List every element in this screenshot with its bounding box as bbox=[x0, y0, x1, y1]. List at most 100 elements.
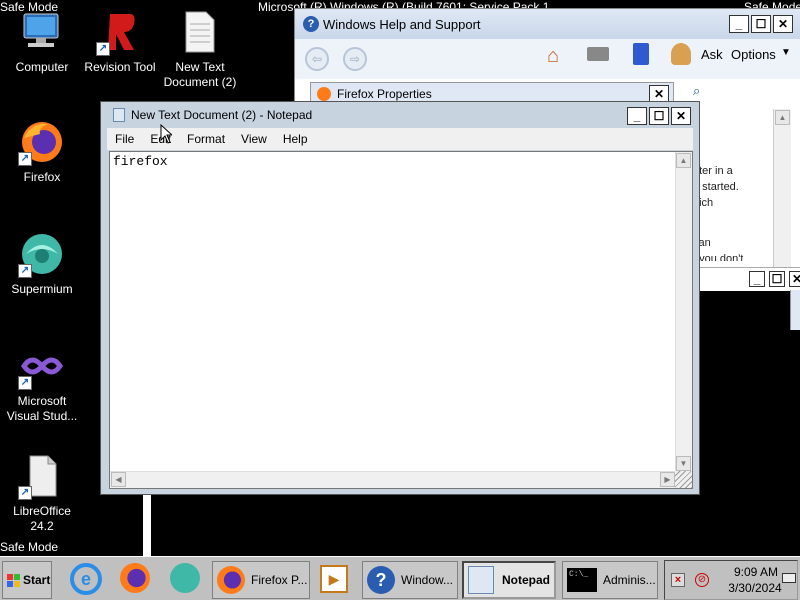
shortcut-arrow-icon: ↗ bbox=[18, 376, 32, 390]
minimize-button[interactable]: _ bbox=[627, 107, 647, 125]
background-window-strip bbox=[790, 290, 800, 330]
mouse-cursor-icon bbox=[160, 124, 172, 144]
maximize-button[interactable]: ☐ bbox=[649, 107, 669, 125]
menu-format[interactable]: Format bbox=[179, 132, 233, 146]
desktop-icon-label: Firefox bbox=[23, 170, 61, 184]
visual-studio-icon: ↗ bbox=[18, 342, 66, 390]
media-player-icon[interactable]: ▶ bbox=[320, 565, 348, 593]
command-prompt-icon: C:\_ bbox=[567, 568, 597, 592]
notepad-title-text: New Text Document (2) - Notepad bbox=[131, 108, 313, 122]
menu-view[interactable]: View bbox=[233, 132, 275, 146]
scroll-up-arrow-icon[interactable]: ▲ bbox=[676, 153, 691, 168]
vertical-scrollbar[interactable]: ▲ ▼ bbox=[675, 152, 692, 472]
minimize-button[interactable]: _ bbox=[729, 15, 749, 33]
taskbar: Start e Firefox P... ▶ ? Window... Notep… bbox=[0, 556, 800, 600]
notepad-content[interactable]: firefox bbox=[110, 152, 692, 171]
menu-help[interactable]: Help bbox=[275, 132, 316, 146]
scroll-down-arrow-icon[interactable]: ▼ bbox=[676, 456, 691, 471]
home-icon[interactable]: ⌂ bbox=[547, 45, 559, 68]
scroll-left-arrow-icon[interactable]: ◀ bbox=[111, 472, 126, 487]
desktop-icon-label: LibreOffice 24.2 bbox=[13, 504, 71, 533]
supermium-icon: ↗ bbox=[18, 230, 66, 278]
shortcut-arrow-icon: ↗ bbox=[18, 486, 32, 500]
libreoffice-icon: ↗ bbox=[18, 452, 66, 500]
start-button[interactable]: Start bbox=[2, 561, 52, 599]
desktop-icon-label: Microsoft Visual Stud... bbox=[6, 394, 78, 423]
help-icon: ? bbox=[367, 566, 395, 594]
clock-date[interactable]: 3/30/2024 bbox=[719, 581, 791, 595]
close-button[interactable]: ✕ bbox=[773, 15, 793, 33]
safe-mode-label-bottom-left: Safe Mode bbox=[0, 540, 59, 554]
back-icon[interactable]: ⇦ bbox=[305, 47, 329, 71]
desktop-icon-label: New Text Document (2) bbox=[163, 60, 237, 89]
text-document-icon bbox=[176, 8, 224, 56]
firefox-icon bbox=[317, 87, 331, 101]
notepad-window[interactable]: New Text Document (2) - Notepad _ ☐ ✕ Fi… bbox=[100, 101, 700, 495]
help-text-fragment: f you don't bbox=[693, 253, 744, 261]
desktop-icon-libreoffice[interactable]: ↗ LibreOffice 24.2 bbox=[0, 452, 84, 534]
options-chevron-down-icon[interactable]: ▼ bbox=[781, 47, 791, 58]
desktop-icon-revision-tool[interactable]: ↗ Revision Tool bbox=[78, 8, 162, 75]
forward-icon[interactable]: ⇨ bbox=[343, 47, 367, 71]
desktop-icon-label: Computer bbox=[15, 60, 69, 74]
maximize-button[interactable]: ☐ bbox=[769, 271, 785, 287]
task-administrator-console[interactable]: C:\_ Adminis... bbox=[562, 561, 658, 599]
desktop-icon-visual-studio[interactable]: ↗ Microsoft Visual Stud... bbox=[0, 342, 84, 424]
ask-icon[interactable] bbox=[671, 43, 691, 65]
notepad-menubar: File Edit Format View Help bbox=[107, 128, 693, 150]
network-disconnected-icon[interactable]: × bbox=[671, 573, 685, 587]
internet-explorer-icon[interactable]: e bbox=[70, 563, 102, 595]
help-icon: ? bbox=[303, 16, 319, 32]
notepad-titlebar[interactable]: New Text Document (2) - Notepad _ ☐ ✕ bbox=[101, 102, 699, 128]
background-window-edge bbox=[143, 494, 151, 556]
print-icon[interactable] bbox=[587, 47, 609, 61]
scroll-up-arrow-icon[interactable]: ▲ bbox=[775, 110, 790, 125]
firefox-icon[interactable] bbox=[120, 563, 150, 593]
desktop-icon-computer[interactable]: Computer bbox=[0, 8, 84, 75]
scroll-right-arrow-icon[interactable]: ▶ bbox=[660, 472, 675, 487]
help-titlebar[interactable]: ? Windows Help and Support _ ☐ ✕ bbox=[295, 9, 800, 39]
firefox-icon: ↗ bbox=[18, 118, 66, 166]
options-label[interactable]: Options bbox=[731, 47, 776, 62]
notepad-icon bbox=[113, 108, 125, 122]
task-notepad[interactable]: Notepad bbox=[462, 561, 556, 599]
desktop-icon-supermium[interactable]: ↗ Supermium bbox=[0, 230, 84, 297]
desktop-icon-firefox[interactable]: ↗ Firefox bbox=[0, 118, 84, 185]
ask-label[interactable]: Ask bbox=[701, 47, 723, 62]
task-windows-help[interactable]: ? Window... bbox=[362, 561, 458, 599]
help-title-text: Windows Help and Support bbox=[323, 16, 481, 32]
minimize-button[interactable]: _ bbox=[749, 271, 765, 287]
shortcut-arrow-icon: ↗ bbox=[96, 42, 110, 56]
search-icon[interactable]: ⌕ bbox=[693, 83, 700, 99]
task-label: Adminis... bbox=[603, 573, 656, 587]
desktop-icon-new-text-document[interactable]: New Text Document (2) bbox=[158, 8, 242, 90]
shortcut-arrow-icon: ↗ bbox=[18, 264, 32, 278]
desktop-icon-label: Revision Tool bbox=[84, 60, 156, 74]
task-label: Notepad bbox=[502, 573, 550, 587]
clock-time[interactable]: 9:09 AM bbox=[723, 565, 789, 579]
system-tray: × ⊘ 9:09 AM 3/30/2024 bbox=[664, 560, 798, 600]
notepad-icon bbox=[468, 566, 494, 594]
windows-logo-icon bbox=[7, 573, 20, 587]
firefox-properties-title: Firefox Properties bbox=[337, 87, 432, 101]
menu-file[interactable]: File bbox=[107, 132, 142, 146]
computer-icon bbox=[18, 8, 66, 56]
help-vertical-scrollbar[interactable]: ▲ bbox=[773, 109, 791, 269]
resize-grip-icon[interactable] bbox=[675, 471, 692, 488]
book-icon[interactable] bbox=[633, 43, 649, 65]
task-label: Window... bbox=[401, 573, 454, 587]
close-button[interactable]: ✕ bbox=[671, 107, 691, 125]
task-firefox-properties[interactable]: Firefox P... bbox=[212, 561, 310, 599]
close-button[interactable]: ✕ bbox=[789, 271, 800, 287]
help-toolbar: ⇦ ⇨ ⌂ Ask Options ▼ bbox=[295, 39, 800, 79]
firefox-icon bbox=[217, 566, 245, 594]
shortcut-arrow-icon: ↗ bbox=[18, 152, 32, 166]
show-desktop-icon[interactable] bbox=[782, 573, 796, 583]
horizontal-scrollbar[interactable]: ◀ ▶ bbox=[110, 471, 676, 488]
task-label: Firefox P... bbox=[251, 573, 308, 587]
volume-muted-icon[interactable]: ⊘ bbox=[695, 573, 709, 587]
notepad-text-area[interactable]: firefox ▲ ▼ ◀ ▶ bbox=[109, 151, 693, 489]
supermium-icon[interactable] bbox=[170, 563, 200, 593]
maximize-button[interactable]: ☐ bbox=[751, 15, 771, 33]
start-label: Start bbox=[23, 573, 51, 587]
